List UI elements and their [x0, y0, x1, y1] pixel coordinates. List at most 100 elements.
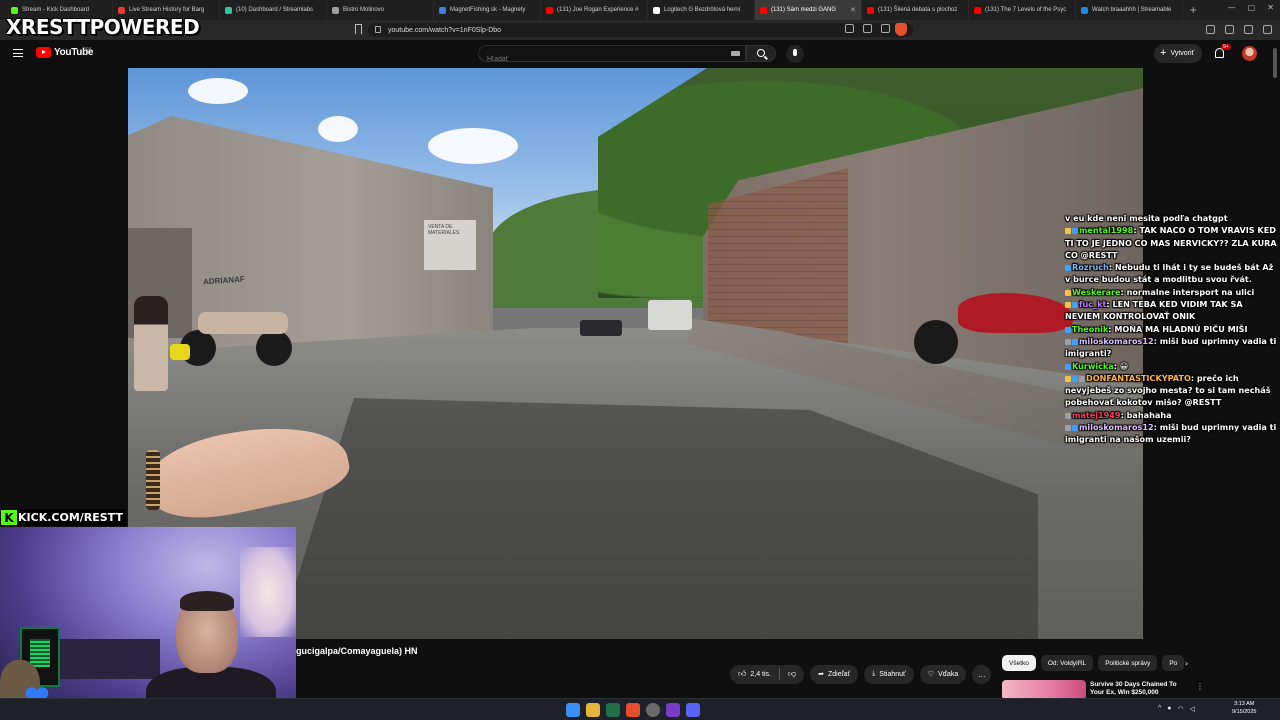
- browser-tab[interactable]: Bistro Molinovo: [327, 0, 434, 20]
- search-button[interactable]: [746, 45, 776, 62]
- wifi-icon[interactable]: ◠: [1178, 705, 1184, 713]
- chat-message: v eu kde neni mesita podľa chatgpt: [1065, 212, 1280, 224]
- tray-chevron-icon[interactable]: ^: [1158, 705, 1161, 713]
- url-field[interactable]: youtube.com/watch?v=1nF0Slp-Dbo: [368, 23, 913, 37]
- tab-favicon-icon: [760, 6, 767, 14]
- download-label: Stiahnuť: [879, 670, 906, 678]
- twitch-icon[interactable]: [666, 703, 680, 717]
- filter-chip[interactable]: Všetko: [1002, 655, 1036, 671]
- tab-label: (131) Joe Rogan Experience #: [557, 7, 639, 13]
- chat-username: Theonik: [1072, 323, 1109, 334]
- start-icon[interactable]: [566, 703, 580, 717]
- video-car: [580, 320, 622, 336]
- minimize-icon[interactable]: —: [1228, 3, 1236, 12]
- like-button[interactable]: 👍︎ 2,4 tis.: [730, 665, 779, 684]
- filter-chip[interactable]: Politické správy: [1098, 655, 1158, 671]
- youtube-play-icon: [36, 47, 51, 58]
- browser-tab[interactable]: (131) Sám medzi GANG ✕: [755, 0, 862, 20]
- file-explorer-icon[interactable]: [586, 703, 600, 717]
- clock-date: 9/15/2025: [1232, 709, 1257, 715]
- chat-text: MOŇA MA HLADNÚ PIČU MIŠI: [1114, 323, 1248, 334]
- mic-tray-icon[interactable]: ●: [1167, 705, 1171, 713]
- video-motorcycle-wheel: [256, 330, 292, 366]
- recommended-more-icon[interactable]: ⋮: [1196, 682, 1204, 691]
- tab-label: Live Stream History for Barg: [129, 7, 205, 13]
- cloud: [428, 128, 518, 164]
- chat-username: Kurwicka: [1072, 360, 1114, 371]
- thanks-icon: ♡: [927, 671, 934, 678]
- browser-tab[interactable]: MagnetFishing.sk - Magnety: [434, 0, 541, 20]
- tab-label: Stream - Kick Dashboard: [22, 7, 90, 13]
- taskbar-clock[interactable]: 3:13 AM 9/15/2025: [1232, 700, 1256, 716]
- menu-icon[interactable]: [1263, 25, 1272, 34]
- tab-label: (131) The 7 Levels of the Psyc: [985, 7, 1067, 13]
- browser-tab[interactable]: (131) Šilená debata s plochoz: [862, 0, 969, 20]
- more-actions-button[interactable]: …: [972, 664, 992, 684]
- dislike-button[interactable]: 👎︎: [780, 665, 804, 684]
- browser-tab[interactable]: Watch braaahhh | Streamable: [1076, 0, 1183, 20]
- bookmark-icon[interactable]: [355, 24, 362, 34]
- chat-badge-icon: [1072, 338, 1078, 345]
- install-icon[interactable]: [845, 24, 854, 33]
- tab-close-icon[interactable]: ✕: [850, 6, 856, 14]
- chat-badge-icon: [1072, 375, 1078, 382]
- media-icon[interactable]: [1206, 25, 1215, 34]
- share-label: Zdieľať: [828, 670, 851, 678]
- browser-tab[interactable]: (10) Dashboard / Streamlabs: [220, 0, 327, 20]
- chat-username: mental1998: [1079, 225, 1134, 236]
- chevron-right-icon[interactable]: ›: [1185, 659, 1188, 668]
- chat-message: fuc_kt: LEN TEBA KED VIDIM TAK SA NEVIEM…: [1065, 298, 1280, 323]
- video-sign: VENTA DE MATERIALES: [424, 220, 476, 270]
- chat-text: 😀: [1119, 360, 1129, 371]
- app-icon[interactable]: [606, 703, 620, 717]
- webcam-shelf: [60, 639, 160, 679]
- browser-tab[interactable]: (131) Joe Rogan Experience #: [541, 0, 648, 20]
- avatar[interactable]: [1242, 46, 1257, 61]
- page-scrollbar[interactable]: [1273, 48, 1277, 78]
- browser-tab[interactable]: Logitech G Bezdrôtová herní: [648, 0, 755, 20]
- chat-username: matej1949: [1072, 409, 1121, 420]
- lock-icon: [375, 26, 381, 33]
- search-input[interactable]: [479, 52, 745, 67]
- new-tab-icon[interactable]: +: [1189, 5, 1197, 16]
- tab-label: MagnetFishing.sk - Magnety: [450, 7, 526, 13]
- kick-logo-icon: K: [1, 510, 17, 525]
- chat-badge-icon: [1065, 265, 1071, 272]
- keyboard-icon[interactable]: [731, 51, 740, 56]
- filter-chip[interactable]: Od: VoldyIRL: [1040, 655, 1094, 671]
- taskbar-apps: [566, 703, 700, 717]
- volume-icon[interactable]: ◁: [1190, 705, 1195, 713]
- plus-icon: +: [1160, 47, 1167, 59]
- filter-chip[interactable]: Po: [1162, 655, 1185, 671]
- share-page-icon[interactable]: [863, 24, 872, 33]
- sidebar-icon[interactable]: [1225, 25, 1234, 34]
- recommended-title[interactable]: Survive 30 Days Chained To Your Ex, Win …: [1090, 681, 1190, 697]
- tab-favicon-icon: [867, 6, 874, 14]
- recommended-thumbnail[interactable]: [1002, 680, 1086, 700]
- close-window-icon[interactable]: ✕: [1267, 3, 1274, 12]
- brave-shield-icon[interactable]: [895, 23, 907, 36]
- browser-tab[interactable]: (131) The 7 Levels of the Psyc: [969, 0, 1076, 20]
- voice-search-button[interactable]: [786, 45, 804, 63]
- window-controls: — ▢ ✕: [1228, 3, 1274, 12]
- chat-message: matej1949: bahahaha: [1065, 409, 1280, 421]
- chat-badge-icon: [1065, 363, 1071, 370]
- like-count: 2,4 tis.: [750, 670, 771, 678]
- toolbar-icons: [1206, 25, 1272, 34]
- video-bracelet: [146, 450, 160, 510]
- discord-icon[interactable]: [686, 703, 700, 717]
- brave-browser-icon[interactable]: [626, 703, 640, 717]
- extension-icon[interactable]: [881, 24, 890, 33]
- search-icon: [757, 49, 765, 57]
- download-button[interactable]: ⤓ Stiahnuť: [864, 664, 914, 684]
- video-title: gucigalpa/Comayaguela) HN: [296, 646, 418, 656]
- maximize-icon[interactable]: ▢: [1248, 3, 1256, 12]
- wallet-icon[interactable]: [1244, 25, 1253, 34]
- hamburger-menu-icon[interactable]: [13, 49, 23, 57]
- obs-icon[interactable]: [646, 703, 660, 717]
- create-button[interactable]: + Vytvoriť: [1154, 44, 1203, 63]
- chat-badge-icon: [1079, 375, 1085, 382]
- thanks-button[interactable]: ♡ Vďaka: [919, 664, 967, 684]
- video-person: [134, 296, 168, 391]
- share-button[interactable]: ➦ Zdieľať: [810, 664, 859, 684]
